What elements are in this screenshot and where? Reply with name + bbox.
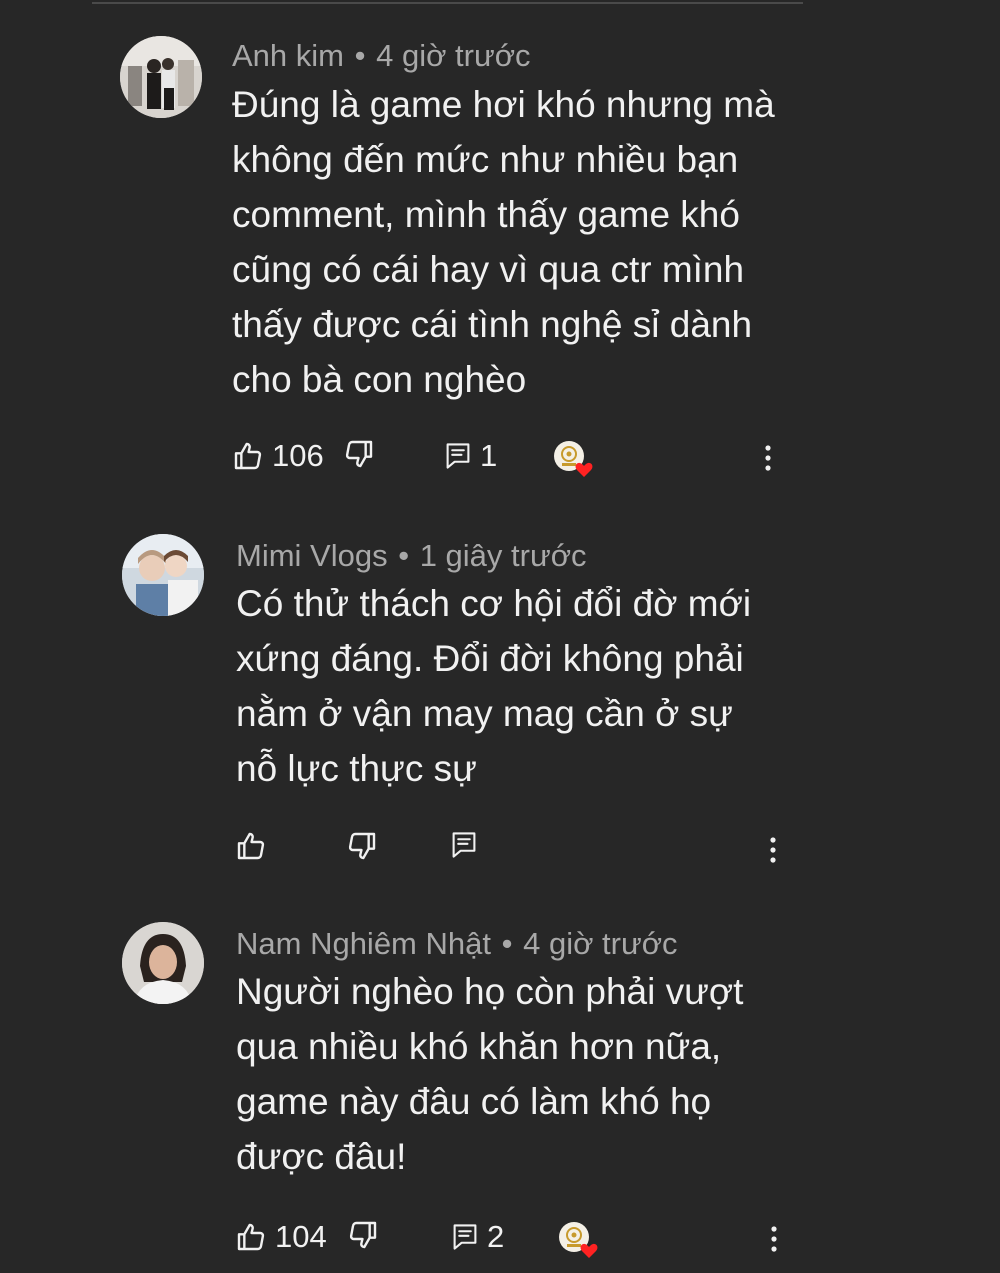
- like-button[interactable]: 104: [235, 1219, 327, 1255]
- more-vert-icon[interactable]: [768, 835, 778, 865]
- reply-icon: [450, 830, 478, 860]
- like-count: 106: [272, 438, 324, 473]
- reply-button[interactable]: 1: [444, 438, 497, 474]
- avatar[interactable]: [122, 534, 204, 616]
- more-vert-icon[interactable]: [763, 443, 773, 473]
- like-button[interactable]: [235, 830, 267, 862]
- reply-button[interactable]: 2: [451, 1219, 504, 1255]
- reply-button[interactable]: [450, 830, 478, 860]
- comment-author[interactable]: Nam Nghiêm Nhật: [236, 926, 491, 961]
- thumbs-up-icon: [235, 1221, 267, 1253]
- dislike-button[interactable]: [346, 830, 378, 862]
- reply-icon: [444, 441, 472, 471]
- more-vert-icon[interactable]: [769, 1224, 779, 1254]
- thumbs-down-icon: [343, 438, 375, 470]
- dislike-button[interactable]: [343, 438, 375, 470]
- comment-time[interactable]: 4 giờ trước: [376, 38, 530, 73]
- thumbs-down-icon: [346, 830, 378, 862]
- comment-author[interactable]: Anh kim: [232, 38, 344, 73]
- meta-separator: •: [354, 38, 366, 73]
- thumbs-down-icon: [347, 1219, 379, 1251]
- comment-author[interactable]: Mimi Vlogs: [236, 538, 388, 573]
- reply-icon: [451, 1222, 479, 1252]
- comment-text: Đúng là game hơi khó nhưng mà không đến …: [232, 84, 775, 400]
- avatar[interactable]: [122, 922, 204, 1004]
- avatar[interactable]: [120, 36, 202, 118]
- top-divider: [92, 2, 803, 4]
- comment-text: Có thử thách cơ hội đổi đờ mới xứng đáng…: [236, 583, 752, 789]
- comment-actions: [0, 830, 1000, 870]
- comment-meta: Anh kim • 4 giờ trước: [232, 38, 531, 74]
- meta-separator: •: [398, 538, 410, 573]
- comment-actions: 104 2: [0, 1219, 1000, 1259]
- comment-text: Người nghèo họ còn phải vượt qua nhiều k…: [236, 971, 744, 1177]
- creator-heart-icon: [553, 440, 593, 477]
- comment-time[interactable]: 4 giờ trước: [523, 926, 677, 961]
- comment-actions: 106 1: [0, 438, 1000, 478]
- dislike-button[interactable]: [347, 1219, 379, 1251]
- reply-count: 2: [487, 1219, 505, 1254]
- creator-heart-icon: [558, 1221, 598, 1258]
- reply-count: 1: [480, 438, 498, 473]
- like-count: 104: [275, 1219, 327, 1254]
- comment-time[interactable]: 1 giây trước: [420, 538, 587, 573]
- comment-meta: Nam Nghiêm Nhật • 4 giờ trước: [236, 926, 678, 962]
- like-button[interactable]: 106: [232, 438, 324, 474]
- meta-separator: •: [501, 926, 513, 961]
- comment-meta: Mimi Vlogs • 1 giây trước: [236, 538, 587, 574]
- thumbs-up-icon: [232, 440, 264, 472]
- thumbs-up-icon: [235, 830, 267, 862]
